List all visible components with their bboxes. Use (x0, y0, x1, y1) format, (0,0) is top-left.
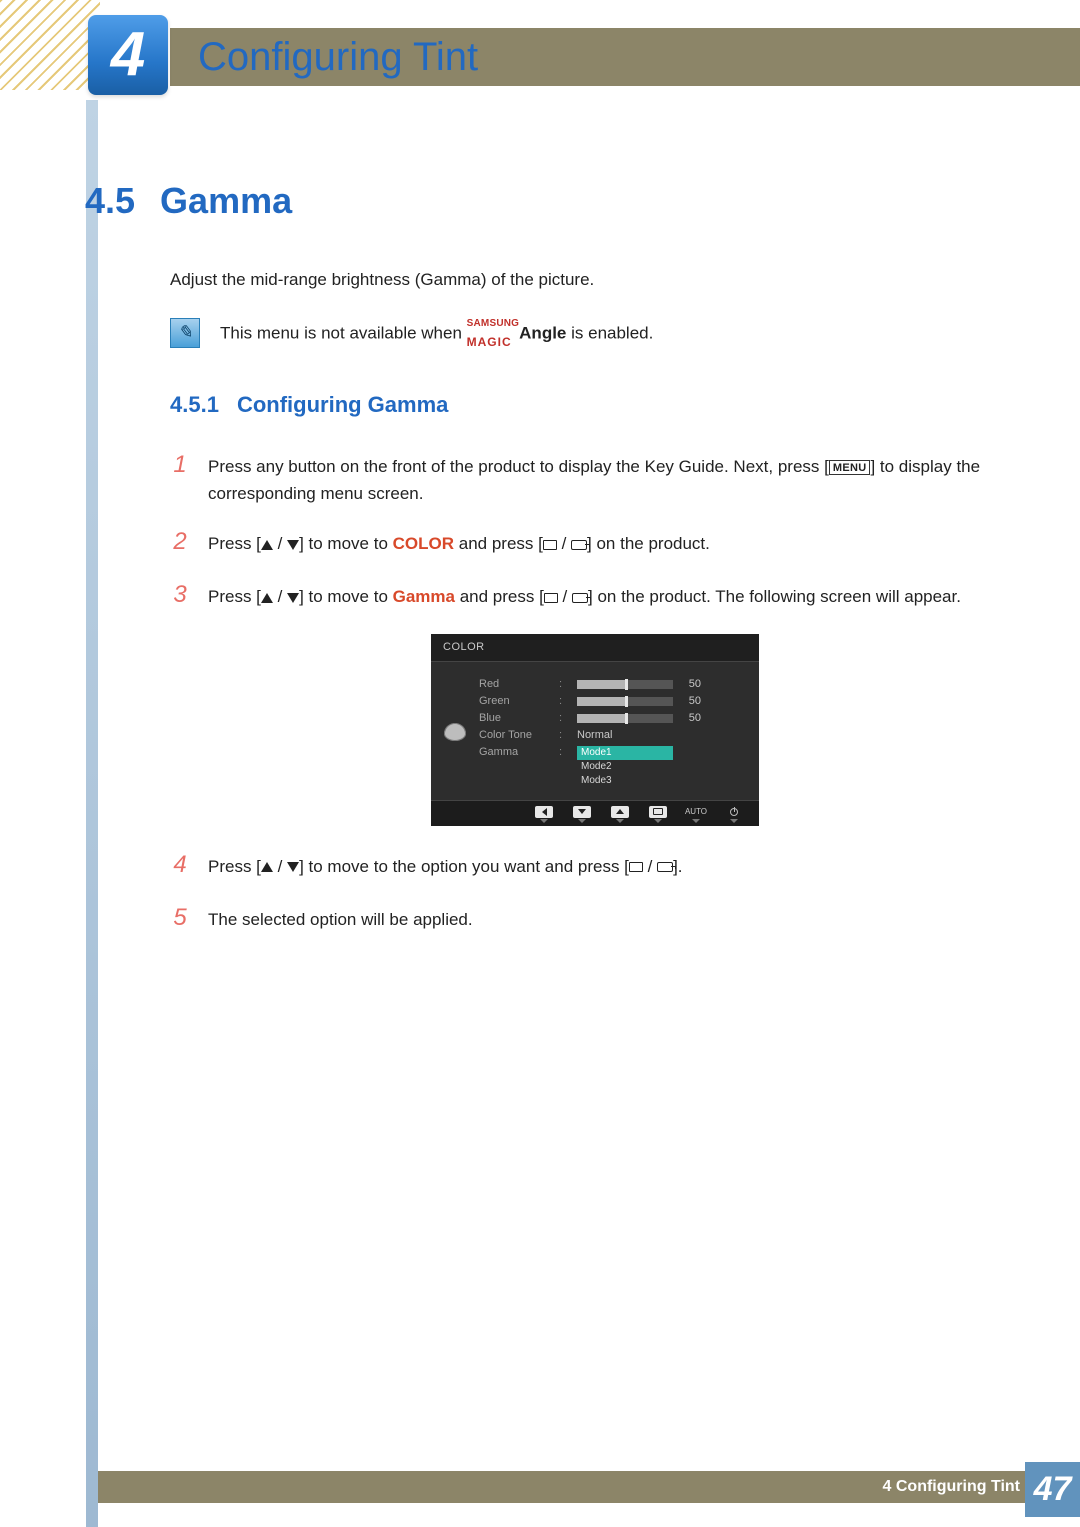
osd-labels: Red Green Blue Color Tone Gamma (479, 676, 549, 788)
step-number: 3 (170, 576, 190, 613)
step-2: 2 Press [ / ] to move to COLOR and press… (170, 523, 1020, 560)
osd-values: 50 50 50 Normal Mode1 Mode2 Mode3 (577, 676, 747, 788)
t: Press [ (208, 534, 261, 553)
osd-icon-col (441, 676, 469, 788)
osd-label-red: Red (479, 676, 549, 693)
note-angle: Angle (519, 323, 566, 342)
step-text: The selected option will be applied. (208, 907, 1020, 933)
osd-gamma-mode2: Mode2 (577, 760, 673, 774)
t: ] on the product. (587, 534, 710, 553)
triangle-down-icon (287, 862, 299, 872)
step-3: 3 Press [ / ] to move to Gamma and press… (170, 576, 1020, 613)
osd-label-colortone: Color Tone (479, 727, 549, 744)
triangle-up-icon (261, 593, 273, 603)
section-body: Adjust the mid-range brightness (Gamma) … (85, 267, 1020, 936)
note-samsung: SAMSUNG (467, 320, 520, 328)
intro-paragraph: Adjust the mid-range brightness (Gamma) … (170, 267, 1020, 293)
t: ] on the product. The following screen w… (588, 587, 961, 606)
osd-blue-row: 50 (577, 710, 747, 727)
t: ] to move to (299, 534, 393, 553)
step-number: 4 (170, 846, 190, 883)
step-4: 4 Press [ / ] to move to the option you … (170, 846, 1020, 883)
page-number-badge: 47 (1025, 1462, 1080, 1517)
section-number: 4.5 (85, 180, 135, 222)
power-icon (730, 808, 738, 816)
t: Press [ (208, 587, 261, 606)
osd-blue-value: 50 (681, 710, 701, 727)
note-post: is enabled. (566, 323, 653, 342)
osd-red-value: 50 (681, 676, 701, 693)
t: and press [ (454, 534, 543, 553)
triangle-down-icon (287, 593, 299, 603)
step-number: 1 (170, 446, 190, 483)
t: Press any button on the front of the pro… (208, 457, 829, 476)
osd-key-down (563, 806, 601, 823)
chapter-number-badge: 4 (88, 15, 168, 95)
osd-green-row: 50 (577, 693, 747, 710)
osd-gamma-mode1: Mode1 (577, 746, 673, 760)
osd-screenshot: COLOR Red Green Blue Color Tone Gamma ::… (431, 634, 759, 826)
step-text: Press [ / ] to move to the option you wa… (208, 854, 1020, 880)
subsection-heading: 4.5.1 Configuring Gamma (170, 388, 1020, 422)
t: ] to move to the option you want and pre… (299, 857, 629, 876)
step-number: 5 (170, 899, 190, 936)
osd-gamma-options: Mode1 Mode2 Mode3 (577, 746, 747, 788)
subsection-title: Configuring Gamma (237, 388, 448, 422)
osd-label-blue: Blue (479, 710, 549, 727)
section-title: Gamma (160, 180, 292, 222)
osd-title: COLOR (431, 634, 759, 662)
osd-green-value: 50 (681, 693, 701, 710)
osd-label-green: Green (479, 693, 549, 710)
osd-label-gamma: Gamma (479, 744, 549, 761)
step-number: 2 (170, 523, 190, 560)
decorative-diagonal-lines (0, 0, 100, 90)
osd-key-back (525, 806, 563, 823)
box-icon (544, 593, 558, 603)
box-icon (629, 862, 643, 872)
osd-key-power (715, 806, 753, 823)
keyword-color: COLOR (393, 534, 454, 553)
step-text: Press [ / ] to move to COLOR and press [… (208, 531, 1020, 557)
chapter-title: Configuring Tint (198, 28, 478, 86)
osd-keyrow: AUTO (431, 800, 759, 826)
osd-gamma-mode3: Mode3 (577, 774, 673, 788)
triangle-up-icon (261, 862, 273, 872)
section-heading: 4.5 Gamma (85, 180, 1020, 222)
t: Press [ (208, 857, 261, 876)
triangle-up-icon (261, 540, 273, 550)
note-magic: MAGIC (467, 335, 512, 349)
step-5: 5 The selected option will be applied. (170, 899, 1020, 936)
enter-icon (657, 862, 673, 872)
box-icon (543, 540, 557, 550)
content-area: 4.5 Gamma Adjust the mid-range brightnes… (85, 180, 1020, 952)
osd-key-auto: AUTO (677, 806, 715, 823)
menu-button-icon: MENU (829, 460, 871, 475)
t: and press [ (455, 587, 544, 606)
triangle-down-icon (287, 540, 299, 550)
footer: 4 Configuring Tint 47 (0, 1473, 1080, 1527)
osd-key-up (601, 806, 639, 823)
subsection-number: 4.5.1 (170, 388, 219, 422)
note-pre: This menu is not available when (220, 323, 467, 342)
enter-icon (572, 593, 588, 603)
step-text: Press [ / ] to move to Gamma and press [… (208, 584, 1020, 610)
note-icon: ✎ (170, 318, 200, 348)
enter-icon (571, 540, 587, 550)
step-text: Press any button on the front of the pro… (208, 454, 1020, 507)
footer-chapter-text: 4 Configuring Tint (883, 1471, 1020, 1503)
osd-red-row: 50 (577, 676, 747, 693)
osd-colortone-value: Normal (577, 727, 747, 744)
keyword-gamma: Gamma (393, 587, 455, 606)
osd-colons: ::::: (559, 676, 567, 788)
note-block: ✎ This menu is not available when SAMSUN… (170, 318, 1020, 348)
osd-body: Red Green Blue Color Tone Gamma ::::: 50 (431, 662, 759, 800)
palette-icon (444, 723, 466, 741)
step-1: 1 Press any button on the front of the p… (170, 446, 1020, 507)
t: ] to move to (299, 587, 393, 606)
note-text: This menu is not available when SAMSUNG M… (220, 320, 653, 348)
osd-key-enter (639, 806, 677, 823)
